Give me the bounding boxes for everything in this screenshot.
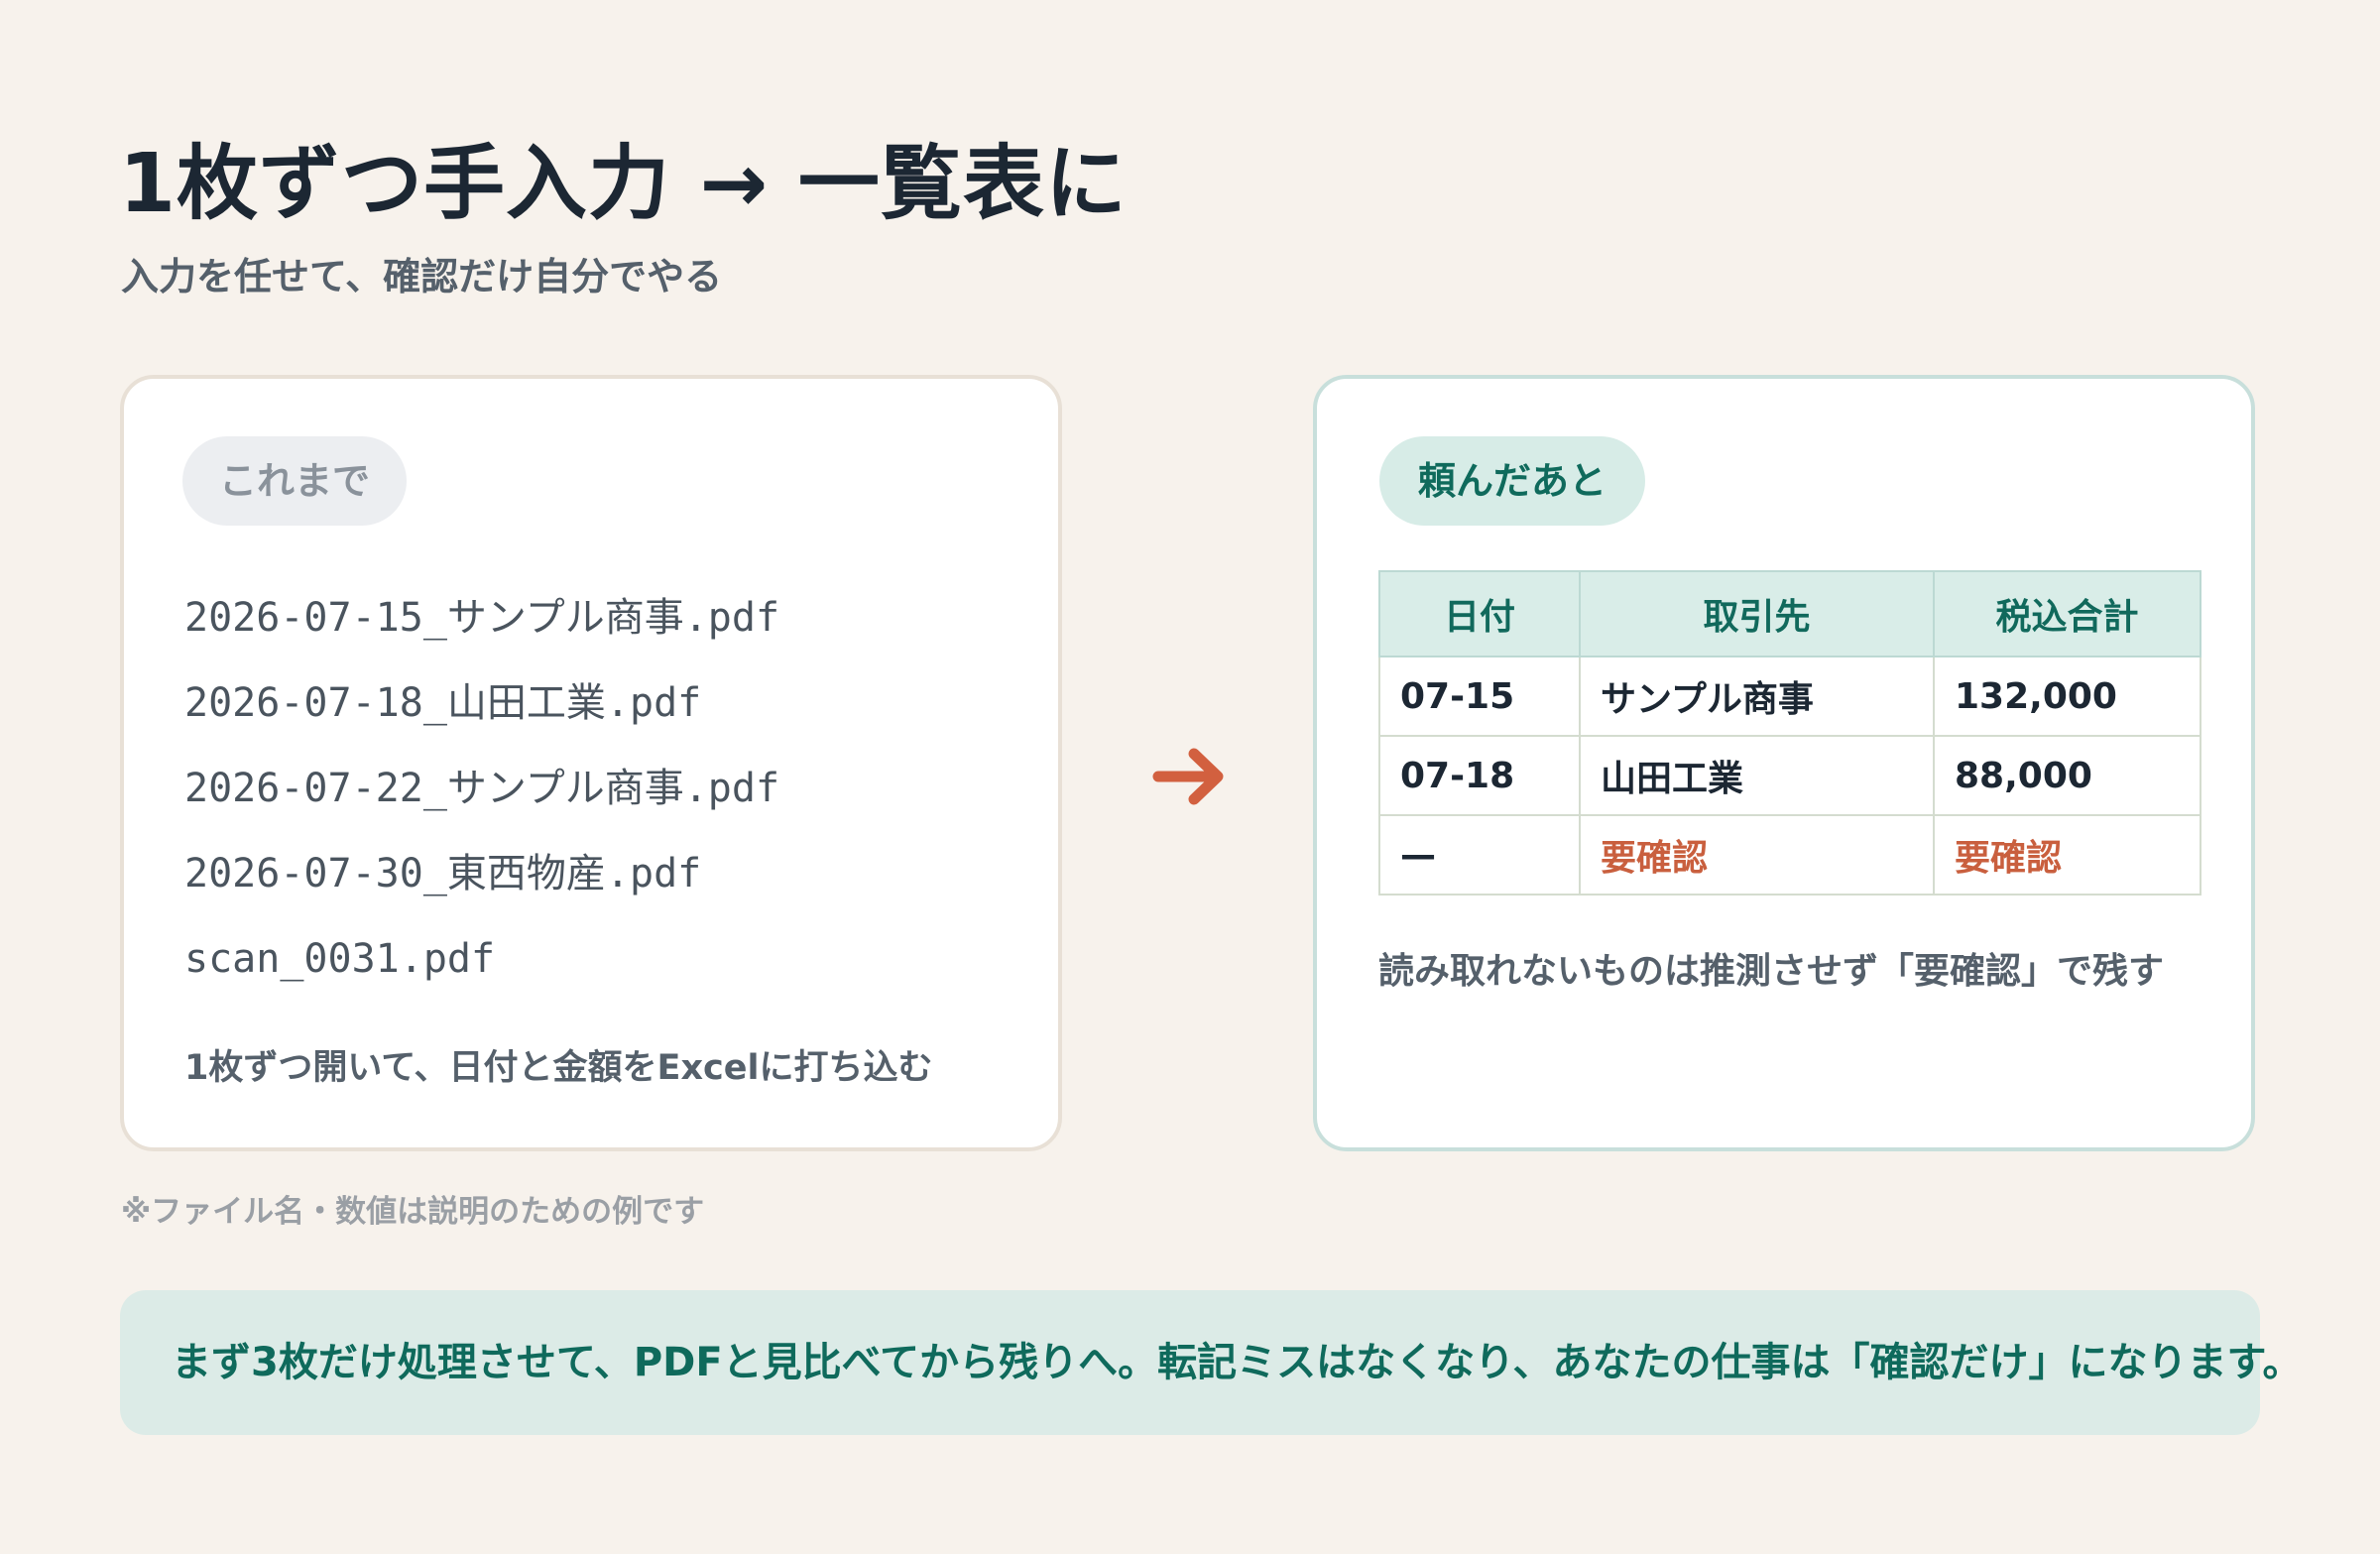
file-item: 2026-07-15_サンプル商事.pdf [184,595,780,641]
slide: 1枚ずつ手入力 → 一覧表に 入力を任せて、確認だけ自分でやる これまで 202… [0,0,2380,1554]
after-card: 頼んだあと 日付 取引先 税込合計 07-15 サンプル商事 132,000 0… [1313,375,2255,1151]
after-badge: 頼んだあと [1379,436,1645,526]
table-cell-total-needs-check: 要確認 [1933,814,2202,896]
page-subtitle: 入力を任せて、確認だけ自分でやる [121,255,723,299]
file-item: 2026-07-22_サンプル商事.pdf [184,766,780,811]
summary-banner: まず3枚だけ処理させて、PDFと見比べてから残りへ。転記ミスはなくなり、あなたの… [120,1290,2302,1435]
column-header-total: 税込合計 [1933,570,2202,657]
before-badge: これまで [182,436,407,526]
table-cell-total: 132,000 [1933,656,2202,737]
result-table: 日付 取引先 税込合計 07-15 サンプル商事 132,000 07-18 山… [1378,570,2202,896]
table-cell-total: 88,000 [1933,735,2202,816]
before-note: 1枚ずつ開いて、日付と金額をExcelに打ち込む [184,1048,933,1088]
file-item: scan_0031.pdf [184,936,496,982]
page-title: 1枚ずつ手入力 → 一覧表に [119,137,1128,231]
table-cell-date: 07-15 [1378,656,1581,737]
table-row: 07-15 サンプル商事 132,000 [1378,656,2202,737]
before-card: これまで 2026-07-15_サンプル商事.pdf 2026-07-18_山田… [120,375,1062,1151]
table-cell-date: 07-18 [1378,735,1581,816]
table-cell-partner: サンプル商事 [1579,656,1935,737]
table-row: 07-18 山田工業 88,000 [1378,735,2202,816]
column-header-partner: 取引先 [1579,570,1935,657]
table-cell-partner: 山田工業 [1579,735,1935,816]
arrow-right-icon [1152,748,1224,805]
file-list: 2026-07-15_サンプル商事.pdf 2026-07-18_山田工業.pd… [184,575,779,1002]
file-item: 2026-07-30_東西物産.pdf [184,851,702,897]
after-note: 読み取れないものは推測させず「要確認」で残す [1378,951,2165,992]
table-row: — 要確認 要確認 [1378,814,2202,896]
column-header-date: 日付 [1378,570,1581,657]
table-cell-partner-needs-check: 要確認 [1579,814,1935,896]
footnote: ※ファイル名・数値は説明のための例です [121,1194,705,1230]
banner-text: まず3枚だけ処理させて、PDFと見比べてから残りへ。転記ミスはなくなり、あなたの… [172,1340,2303,1385]
file-item: 2026-07-18_山田工業.pdf [184,680,702,726]
table-header-row: 日付 取引先 税込合計 [1378,570,2202,657]
table-cell-date: — [1378,814,1581,896]
